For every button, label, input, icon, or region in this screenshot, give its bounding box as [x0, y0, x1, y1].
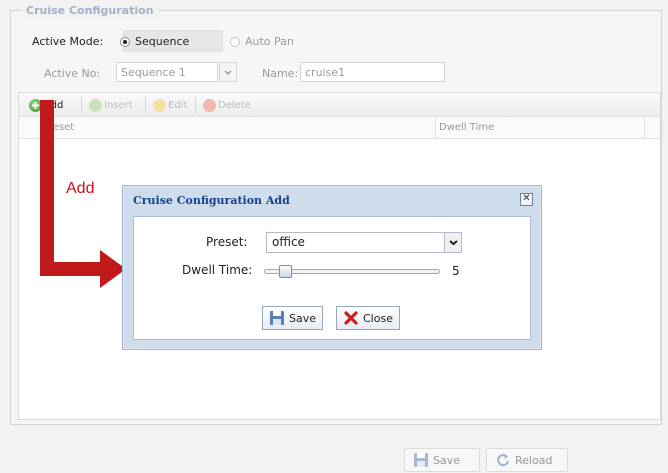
delete-button[interactable]: Delete: [203, 97, 251, 113]
dialog-close-label: Close: [363, 311, 393, 325]
column-separator: [435, 117, 436, 139]
edit-button-label: Edit: [168, 99, 188, 111]
dwell-time-label: Dwell Time:: [182, 263, 253, 277]
preset-label: Preset:: [206, 235, 248, 249]
grid-header: Preset Dwell Time: [19, 117, 660, 139]
footer-reload-button[interactable]: Reload: [486, 448, 568, 472]
floppy-disk-icon: [270, 311, 284, 325]
grid-toolbar: Add Insert Edit Delete: [19, 93, 660, 117]
add-callout-text: Add: [66, 180, 95, 197]
dialog-title: Cruise Configuration Add: [133, 194, 290, 207]
callout-arrow-shaft: [40, 262, 104, 276]
auto-pan-label[interactable]: Auto Pan: [245, 35, 294, 48]
preset-value: office: [272, 235, 305, 249]
active-no-combo[interactable]: Sequence 1: [116, 62, 218, 82]
toolbar-separator: [145, 97, 146, 113]
insert-circle-icon: [89, 98, 102, 112]
chevron-down-icon: [449, 240, 458, 246]
active-mode-label: Active Mode:: [32, 35, 104, 48]
column-header-dwell-time[interactable]: Dwell Time: [439, 122, 494, 133]
dwell-time-slider-thumb[interactable]: [279, 265, 293, 278]
dialog-save-button[interactable]: Save: [262, 306, 324, 330]
edit-button[interactable]: Edit: [153, 97, 187, 113]
insert-button[interactable]: Insert: [89, 97, 133, 113]
sequence-label[interactable]: Sequence: [135, 35, 189, 48]
footer-reload-label: Reload: [515, 453, 553, 467]
callout-arrow-shaft: [40, 100, 54, 276]
section-legend: Cruise Configuration: [22, 4, 158, 17]
cruise-add-dialog: Cruise Configuration Add ✕ Preset: offic…: [122, 185, 542, 350]
floppy-disk-icon: [414, 453, 428, 467]
dialog-body: Preset: office Dwell Time: 5 Save Close: [133, 216, 531, 340]
column-separator: [644, 117, 645, 139]
chevron-down-icon: [224, 70, 232, 76]
refresh-icon: [497, 454, 509, 467]
toolbar-separator: [81, 97, 82, 113]
dialog-close-icon[interactable]: ✕: [520, 193, 533, 206]
delete-circle-icon: [203, 98, 216, 112]
toolbar-separator: [195, 97, 196, 113]
edit-circle-icon: [153, 98, 166, 112]
footer-save-label: Save: [433, 453, 461, 467]
active-no-label: Active No:: [44, 67, 101, 80]
red-x-icon: [344, 311, 358, 325]
dialog-close-button[interactable]: Close: [336, 306, 400, 330]
active-mode-row: Active Mode: Sequence Auto Pan: [20, 30, 660, 54]
preset-dropdown-button[interactable]: [444, 233, 461, 252]
preset-select[interactable]: office: [266, 232, 462, 253]
name-input[interactable]: cruise1: [300, 62, 445, 82]
dwell-time-slider[interactable]: [264, 265, 440, 278]
dwell-time-value: 5: [452, 264, 460, 278]
sequence-radio[interactable]: [120, 37, 130, 47]
dialog-save-label: Save: [289, 311, 317, 325]
name-label: Name:: [262, 67, 299, 80]
footer-save-button[interactable]: Save: [404, 448, 480, 472]
auto-pan-radio[interactable]: [230, 37, 240, 47]
delete-button-label: Delete: [218, 99, 251, 111]
active-no-dropdown-button[interactable]: [219, 62, 237, 82]
insert-button-label: Insert: [104, 99, 133, 111]
